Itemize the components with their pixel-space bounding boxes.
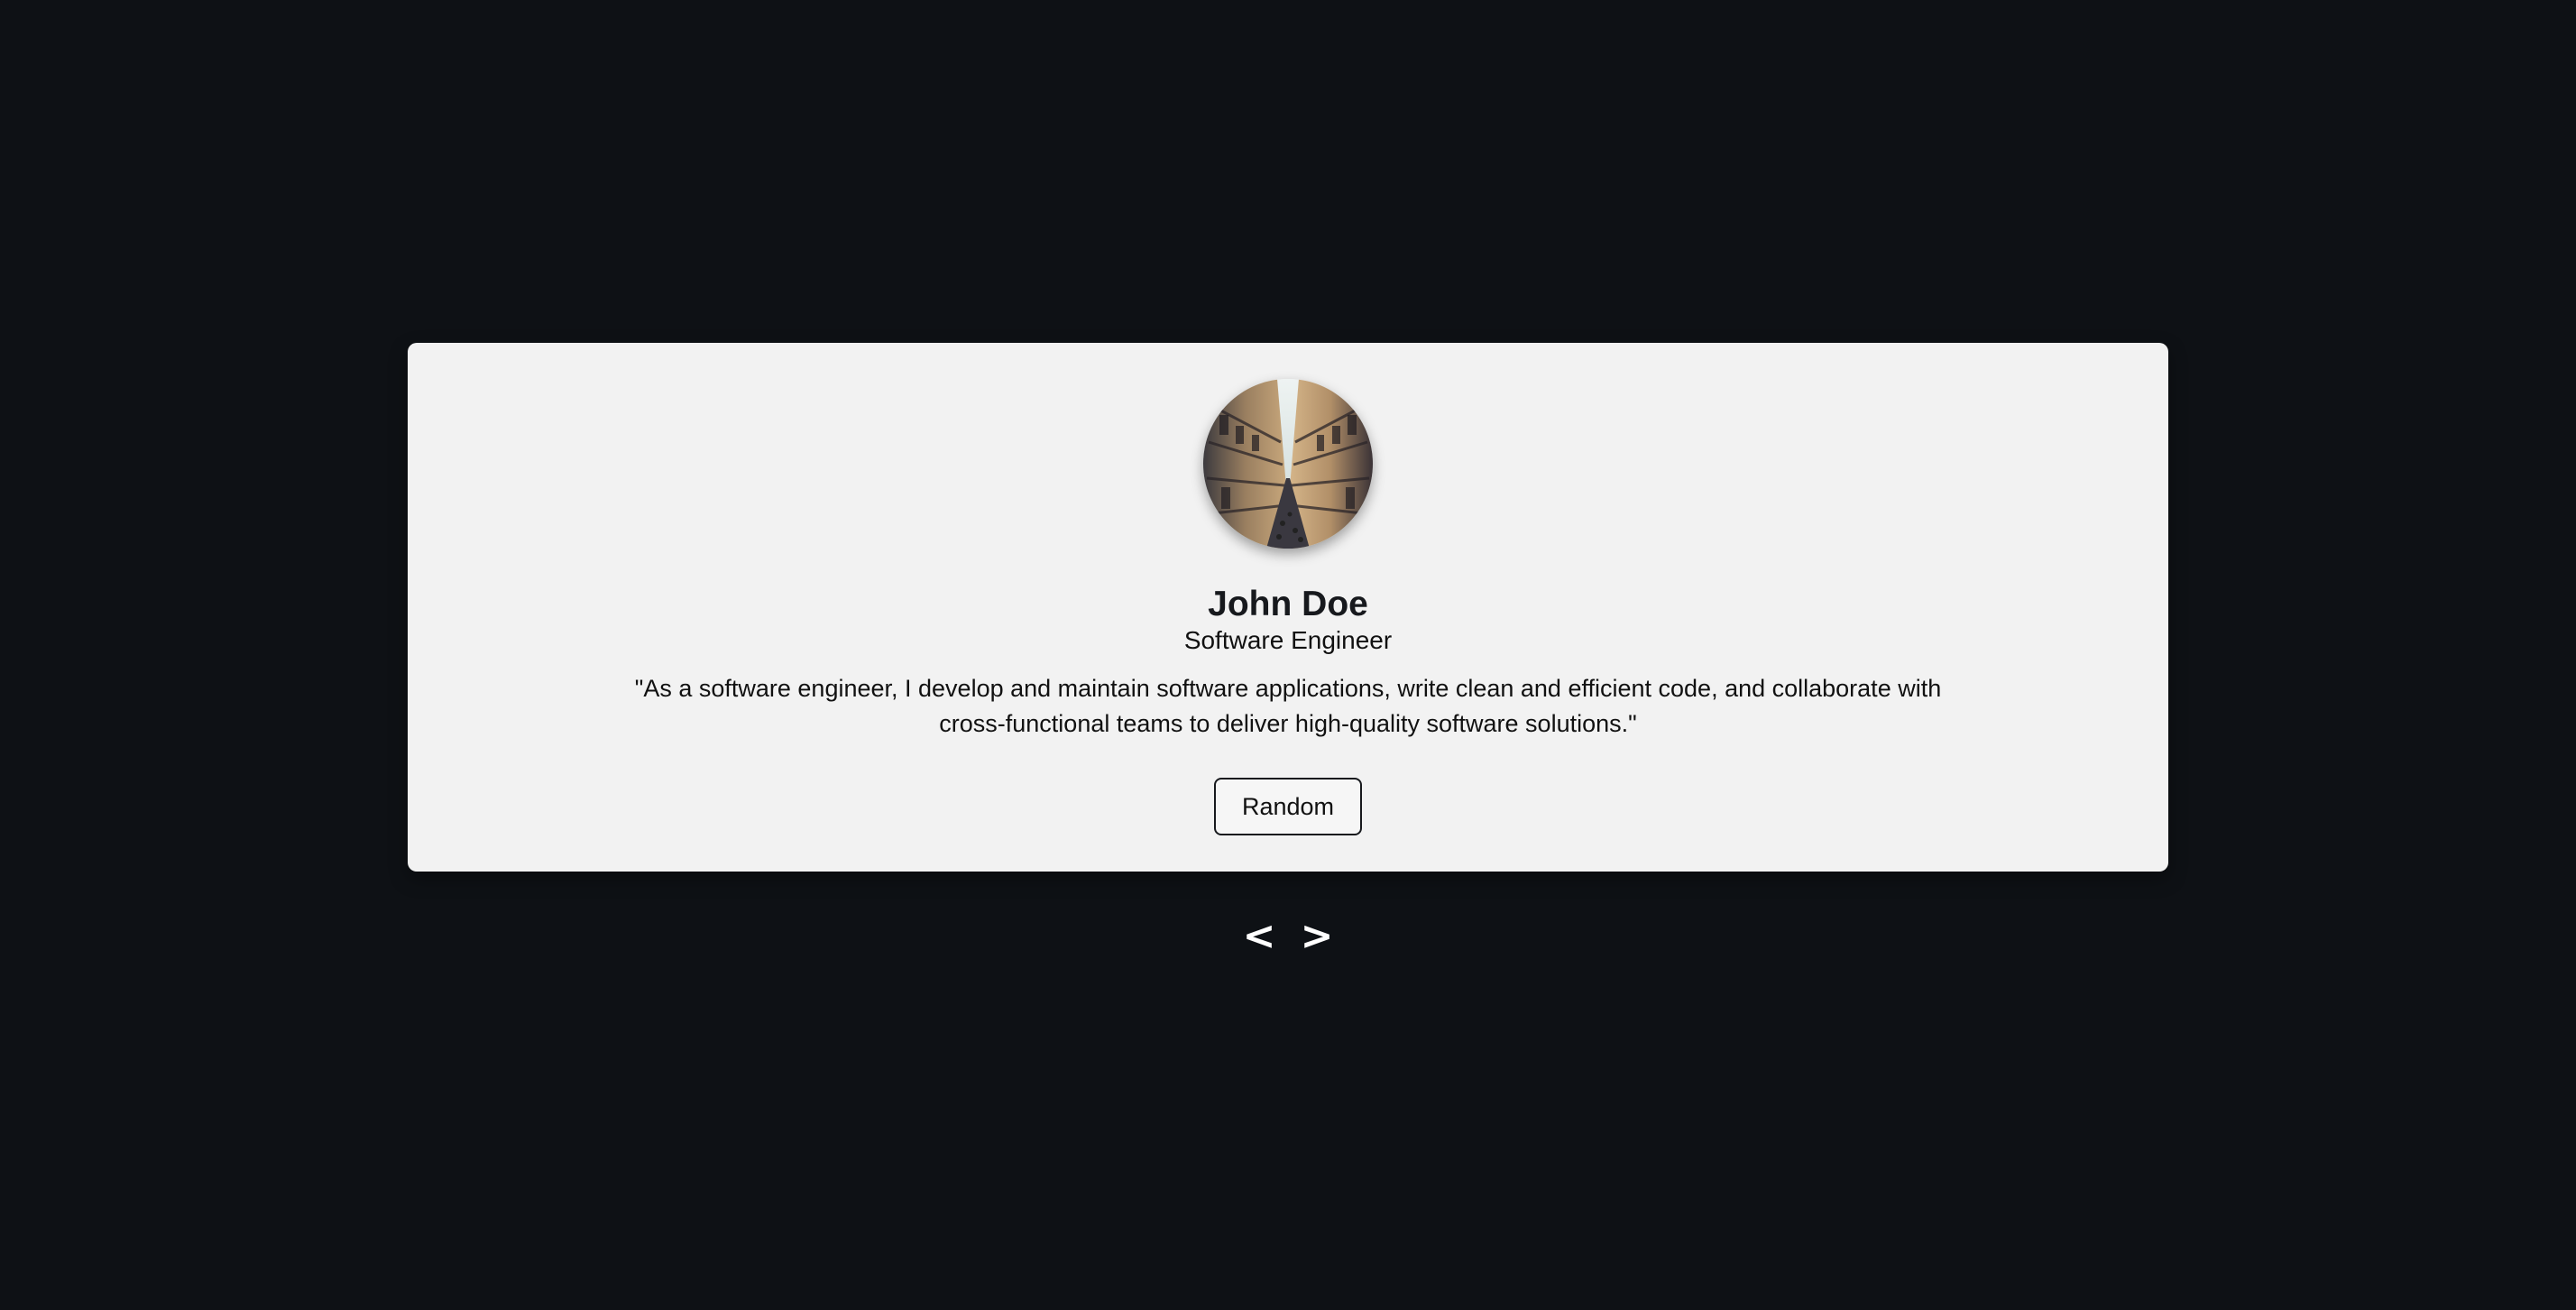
- next-button[interactable]: >: [1290, 909, 1344, 964]
- avatar: [1203, 379, 1373, 549]
- prev-button[interactable]: <: [1232, 909, 1286, 964]
- avatar-image: [1203, 379, 1373, 549]
- person-job-title: Software Engineer: [1183, 626, 1393, 654]
- page: John Doe Software Engineer "As a softwar…: [0, 0, 2576, 1310]
- review-text: "As a software engineer, I develop and m…: [634, 675, 1942, 737]
- person-name: John Doe: [1208, 585, 1368, 623]
- review-card: John Doe Software Engineer "As a softwar…: [408, 343, 2168, 872]
- random-button[interactable]: Random: [1214, 778, 1362, 835]
